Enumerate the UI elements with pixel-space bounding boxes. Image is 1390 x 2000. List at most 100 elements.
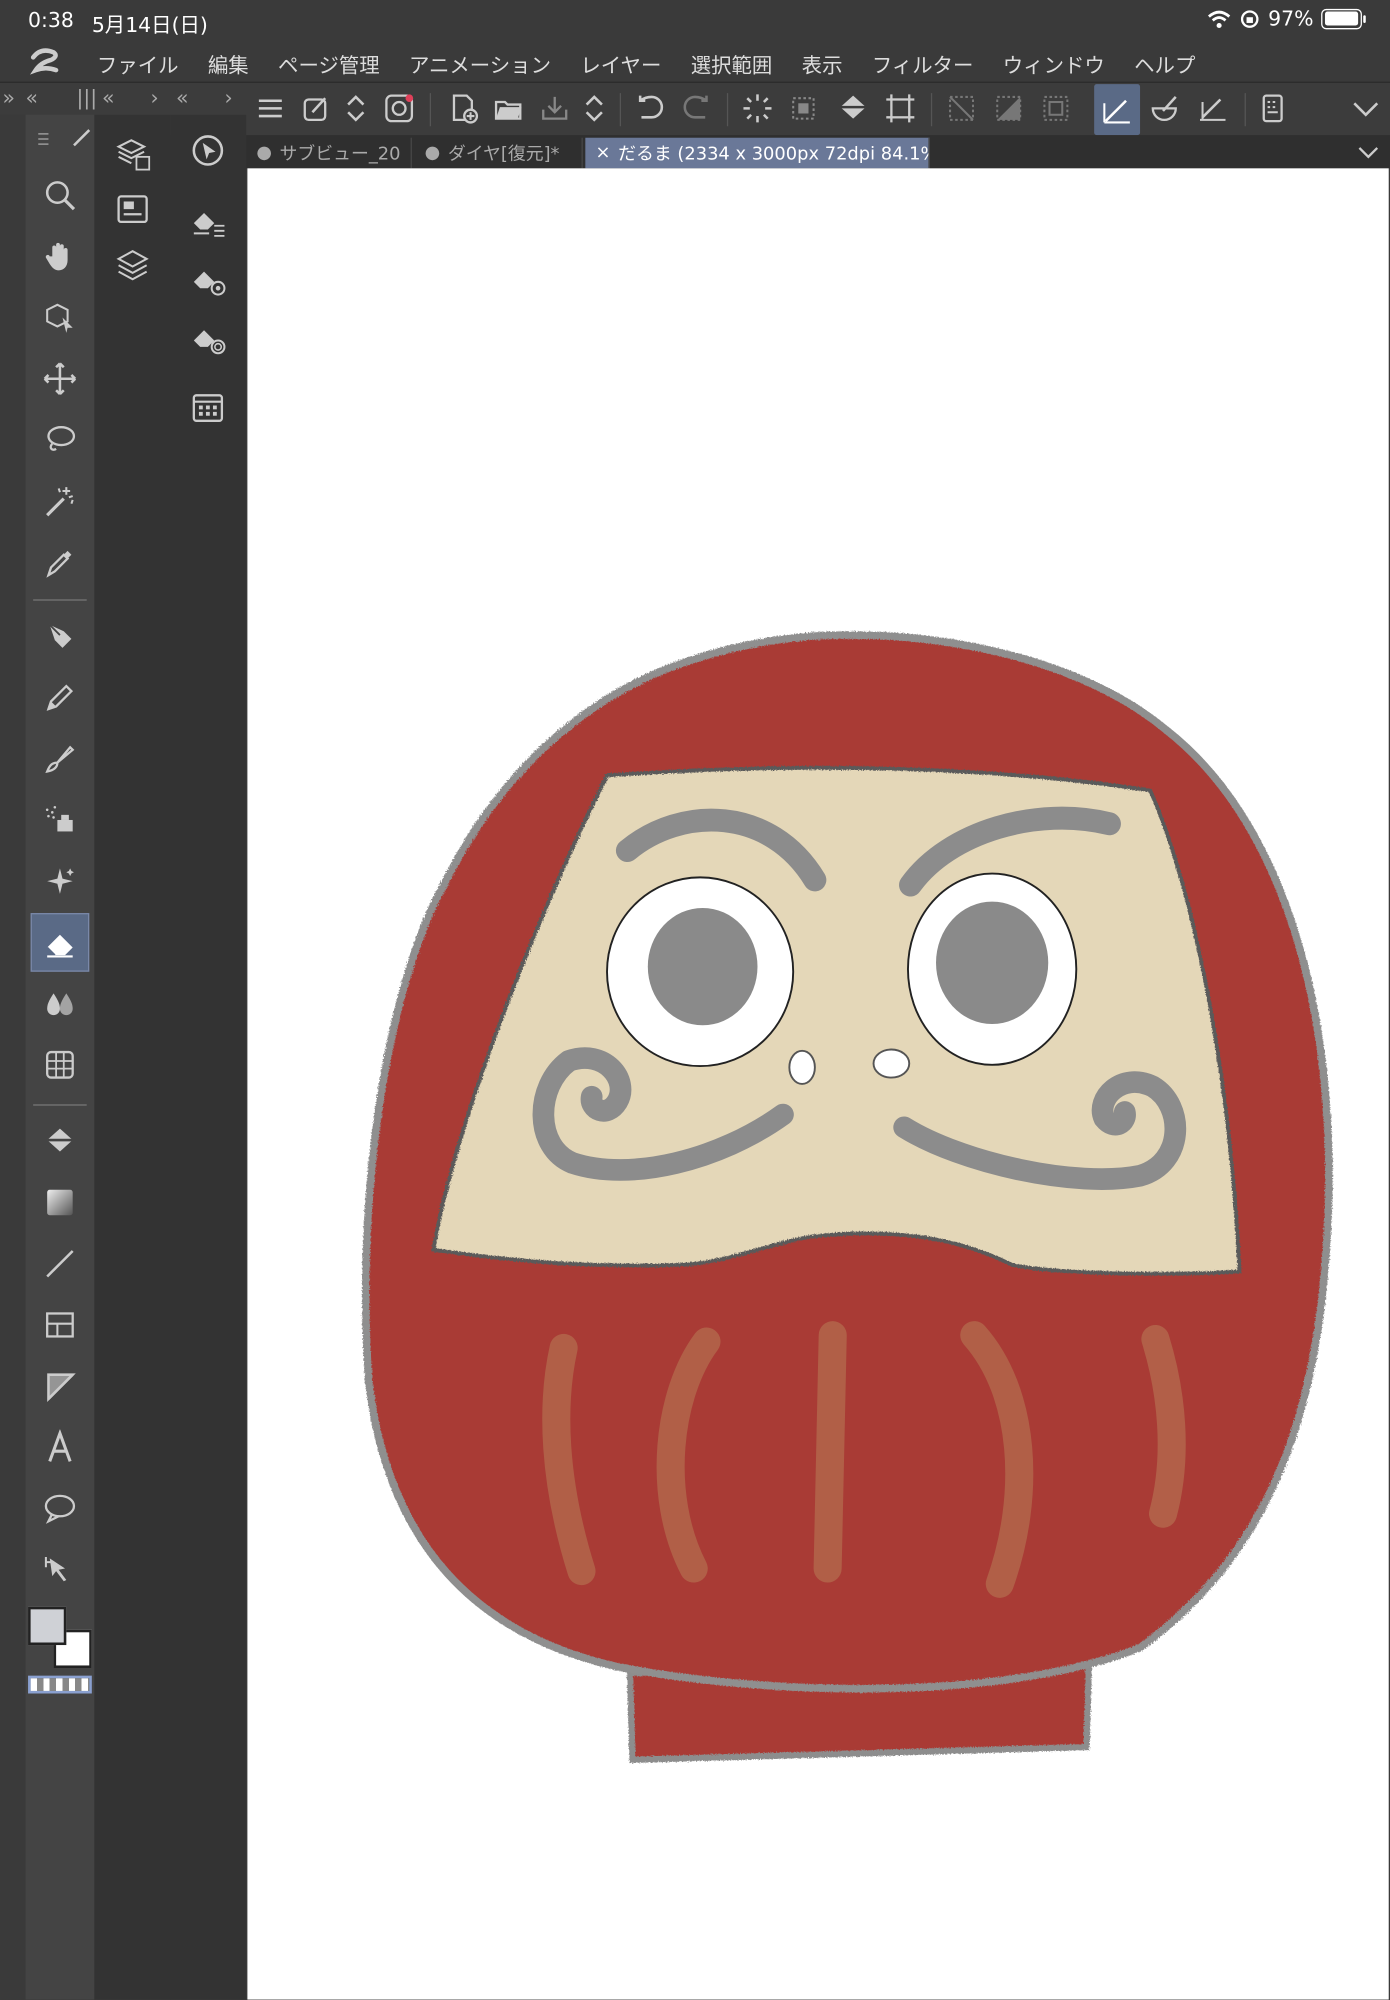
menu-item[interactable]: アニメーション — [409, 48, 551, 79]
zoom-tool[interactable] — [31, 166, 90, 225]
expand-palette-2-icon[interactable]: › — [224, 85, 232, 109]
clear-selection-icon[interactable] — [941, 88, 982, 129]
canvas-area[interactable] — [247, 168, 1389, 2000]
app-logo-icon[interactable] — [28, 45, 64, 78]
tab-subview[interactable]: ● サブビュー_20 — [246, 137, 412, 169]
magic-wand-icon — [46, 487, 74, 517]
gradient-icon — [47, 1189, 73, 1216]
magic-wand-tool[interactable] — [31, 472, 90, 531]
loading-icon[interactable] — [737, 88, 778, 129]
nose-left — [788, 1049, 816, 1085]
tab-close-icon[interactable]: × — [596, 143, 611, 163]
cloud-sync-icon[interactable] — [379, 88, 420, 129]
menu-item[interactable]: フィルター — [872, 48, 974, 79]
select-layer-icon[interactable] — [1035, 88, 1076, 129]
menu-item[interactable]: ヘルプ — [1134, 48, 1195, 79]
tab-list-chevron-icon[interactable] — [1357, 140, 1380, 163]
orientation-lock-icon — [1241, 9, 1260, 28]
snap-ruler-icon[interactable] — [1094, 84, 1141, 136]
collapse-left-icon[interactable]: « — [26, 85, 38, 109]
blend-tool[interactable] — [31, 974, 90, 1033]
correct-line-tool[interactable] — [31, 1540, 90, 1599]
move-tool[interactable] — [31, 349, 90, 408]
tab-daruma[interactable]: × だるま (2334 x 3000px 72dpi 84.1%) — [585, 137, 930, 169]
sub-tool-button[interactable] — [182, 125, 233, 176]
status-time: 0:38 — [28, 7, 74, 32]
fill-bucket-icon[interactable] — [833, 88, 874, 129]
edit-shortcut-icon[interactable] — [296, 88, 337, 129]
mesh-transform-tool[interactable] — [31, 1035, 90, 1094]
redo-icon[interactable] — [676, 88, 717, 129]
tab-label: ダイヤ[復元]* — [447, 144, 560, 165]
brush-tool[interactable] — [31, 729, 90, 788]
palette-collapse-controls: » « ||| « › « › — [0, 83, 246, 116]
color-well[interactable] — [28, 1606, 92, 1678]
collapse-palette-icon[interactable]: « — [102, 85, 114, 109]
chevron-down-icon[interactable] — [1345, 88, 1386, 129]
airbrush-tool[interactable] — [31, 791, 90, 850]
transform-selection-icon[interactable] — [783, 88, 824, 129]
tool-property-button[interactable] — [182, 196, 233, 247]
hand-tool[interactable] — [31, 227, 90, 286]
tool-palette-header[interactable] — [26, 125, 95, 151]
menu-item[interactable]: 表示 — [802, 48, 843, 79]
eyedropper-tool[interactable] — [31, 533, 90, 592]
menu-item[interactable]: ファイル — [97, 48, 179, 79]
collapse-palette-2-icon[interactable]: « — [176, 85, 188, 109]
menu-item[interactable]: 編集 — [208, 48, 249, 79]
gradient-tool[interactable] — [31, 1173, 90, 1232]
layer-palette-button[interactable] — [107, 240, 158, 291]
edge-keyboard-icon[interactable] — [1252, 88, 1293, 129]
decoration-tool[interactable] — [31, 852, 90, 911]
menu-item[interactable]: ページ管理 — [278, 48, 380, 79]
main-color-swatch[interactable] — [28, 1606, 67, 1646]
palette-dock-handle[interactable]: ||| — [77, 85, 98, 109]
pen-tool[interactable] — [31, 607, 90, 666]
lasso-tool[interactable] — [31, 411, 90, 470]
eye-left-pupil — [647, 907, 758, 1026]
tab-diamond[interactable]: ● ダイヤ[復元]* — [414, 137, 583, 169]
object-tool[interactable] — [31, 288, 90, 347]
status-date: 5月14日(日) — [91, 12, 208, 37]
eraser-target-icon — [193, 330, 226, 355]
pencil-tool[interactable] — [31, 668, 90, 727]
open-file-icon[interactable] — [488, 88, 529, 129]
eraser-tool[interactable] — [30, 913, 90, 972]
expand-palette-icon[interactable]: › — [150, 85, 158, 109]
palette-dock-2 — [94, 114, 171, 2000]
brush-size-button[interactable] — [182, 255, 233, 306]
blend-icon — [47, 993, 73, 1016]
updown-icon[interactable] — [339, 88, 372, 129]
layer-property-button[interactable] — [107, 128, 158, 179]
balloon-tool[interactable] — [31, 1479, 90, 1538]
frame-tool[interactable] — [31, 1296, 90, 1355]
tool-detail-button[interactable] — [182, 314, 233, 365]
snap-grid-icon[interactable] — [1194, 88, 1235, 129]
sub-tool-icon — [192, 135, 224, 166]
invert-selection-icon[interactable] — [988, 88, 1029, 129]
menu-icon[interactable] — [250, 88, 291, 129]
tool-palette — [25, 114, 95, 2000]
menu-item[interactable]: 選択範囲 — [691, 48, 773, 79]
save-icon[interactable] — [534, 88, 575, 129]
ruler-tool[interactable] — [31, 1357, 90, 1416]
canvas-resize-icon[interactable] — [880, 88, 921, 129]
decoration-icon — [47, 868, 74, 894]
transparent-color-swatch[interactable] — [28, 1675, 92, 1694]
line-tool[interactable] — [31, 1234, 90, 1293]
updown-2-icon[interactable] — [578, 88, 611, 129]
snap-special-ruler-icon[interactable] — [1144, 88, 1185, 129]
eye-right-pupil — [936, 901, 1049, 1025]
undo-icon[interactable] — [630, 88, 671, 129]
fill-icon — [47, 1128, 73, 1152]
fill-tool[interactable] — [31, 1112, 90, 1171]
expand-left-icon[interactable]: » — [3, 85, 15, 109]
menu-item[interactable]: ウィンドウ — [1003, 48, 1105, 79]
menu-item[interactable]: レイヤー — [580, 48, 661, 79]
new-file-icon[interactable] — [443, 88, 484, 129]
material-button[interactable] — [182, 383, 233, 434]
text-tool[interactable] — [31, 1418, 90, 1477]
left-edge-strip — [0, 114, 26, 2000]
nose-right — [872, 1048, 911, 1079]
navigator-button[interactable] — [107, 184, 158, 235]
